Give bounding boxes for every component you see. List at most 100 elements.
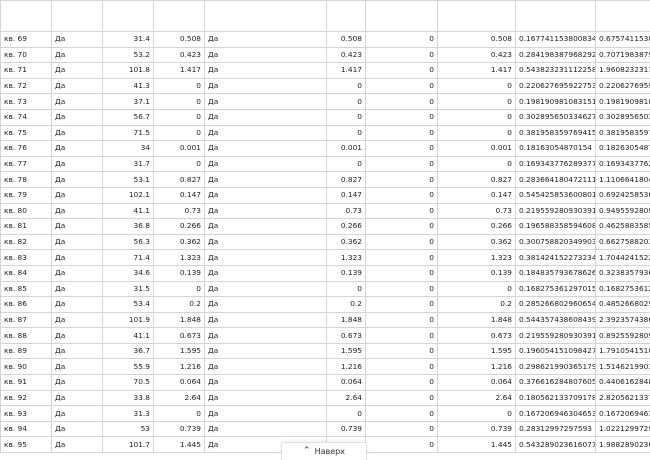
table-cell: 0.949559280930391 [596, 203, 650, 219]
scroll-to-top-button[interactable]: ⌃ Наверх [281, 442, 367, 460]
table-cell: 0.167206946304653 [596, 406, 650, 422]
table-cell: 0.423 [327, 47, 366, 63]
table-cell: Да [52, 312, 103, 328]
table-cell: 102.1 [103, 187, 154, 203]
table-cell: 1.110664180472111 [596, 172, 650, 188]
table-cell: 1.960823231112258 [596, 63, 650, 79]
table-cell: 1.216 [154, 359, 205, 375]
table-cell: кв. 95 [1, 437, 52, 453]
table-cell: кв. 88 [1, 328, 52, 344]
table-cell: Да [52, 328, 103, 344]
table-cell: 0.001 [327, 141, 366, 157]
table-cell: кв. 86 [1, 297, 52, 313]
table-cell: Да [205, 281, 327, 297]
table-cell: 0.219559280930391 [516, 203, 596, 219]
table-cell: кв. 73 [1, 94, 52, 110]
table-cell: 0 [366, 94, 438, 110]
table-row: кв. 94Да530.739Да0.73900.7390.2831299729… [1, 421, 650, 437]
table-cell: 0.485266802960654 [596, 297, 650, 313]
table-cell: 0 [366, 421, 438, 437]
table-cell: 0.18163054870154 [516, 141, 596, 157]
table-cell: 34.6 [103, 265, 154, 281]
table-row: кв. 79Да102.10.147Да0.14700.1470.5454258… [1, 187, 650, 203]
table-cell: кв. 69 [1, 32, 52, 48]
table-cell: 0.381958359769415 [516, 125, 596, 141]
table-cell: 0 [438, 281, 516, 297]
table-cell: 0.300758820349903 [516, 234, 596, 250]
table-cell: Да [205, 47, 327, 63]
table-cell: Да [205, 141, 327, 157]
table-cell: 0.196054151098427 [516, 343, 596, 359]
table-cell: Да [205, 187, 327, 203]
table-cell: кв. 87 [1, 312, 52, 328]
table-cell: 0 [438, 109, 516, 125]
table-row: кв. 82Да56.30.362Да0.36200.3620.30075882… [1, 234, 650, 250]
table-cell: 0.673 [438, 328, 516, 344]
table-cell: 0.28312997297593 [516, 421, 596, 437]
table-cell: 0.220627695922753 [516, 78, 596, 94]
table-cell: 0.169343776289377 [596, 156, 650, 172]
table-cell: Да [205, 203, 327, 219]
table-cell: 0.196588358594608 [516, 219, 596, 235]
table-cell: Да [52, 359, 103, 375]
table-cell: Да [52, 390, 103, 406]
table-cell: 1.791054151098427 [596, 343, 650, 359]
table-cell: Да [205, 63, 327, 79]
table-cell: 36.7 [103, 343, 154, 359]
table-cell: кв. 70 [1, 47, 52, 63]
table-cell: 2.820562133709178 [596, 390, 650, 406]
table-cell: 0 [366, 250, 438, 266]
table-cell: 0 [366, 47, 438, 63]
table-cell: 0.147 [327, 187, 366, 203]
table-cell: 0.827 [327, 172, 366, 188]
table-cell: 41.1 [103, 328, 154, 344]
table-row: кв. 88Да41.10.673Да0.67300.6730.21955928… [1, 328, 650, 344]
table-cell: Да [205, 406, 327, 422]
table-cell: Да [205, 172, 327, 188]
table-cell: 0.675741153800834 [596, 32, 650, 48]
table-cell: 0 [327, 94, 366, 110]
table-cell: 0 [154, 78, 205, 94]
table-cell: 1.417 [154, 63, 205, 79]
table-cell: кв. 79 [1, 187, 52, 203]
table-cell: Да [205, 297, 327, 313]
table-row: кв. 91Да70.50.064Да0.06400.0640.37661628… [1, 375, 650, 391]
table-cell: кв. 90 [1, 359, 52, 375]
table-cell: 0 [438, 406, 516, 422]
table-cell: 101.7 [103, 437, 154, 453]
table-cell: 1.704424152273234 [596, 250, 650, 266]
table-cell: 1.417 [327, 63, 366, 79]
table-cell: 55.9 [103, 359, 154, 375]
table-cell: Да [205, 32, 327, 48]
table-cell: 0.544357438608439 [516, 312, 596, 328]
table-cell: 71.4 [103, 250, 154, 266]
table-cell: Да [205, 250, 327, 266]
table-cell: 0 [366, 343, 438, 359]
table-cell: кв. 85 [1, 281, 52, 297]
table-cell: 0 [366, 187, 438, 203]
table-cell: 31.3 [103, 406, 154, 422]
table-cell: 0.284198387968292 [516, 47, 596, 63]
table-cell: 0 [366, 219, 438, 235]
table-cell: 0.184835793678626 [516, 265, 596, 281]
table-cell: 0 [366, 78, 438, 94]
table-cell: Да [52, 47, 103, 63]
table-cell: 0.73 [154, 203, 205, 219]
table-cell: 0.508 [438, 32, 516, 48]
table-cell: 0 [154, 125, 205, 141]
table-cell: 0 [438, 125, 516, 141]
table-cell: 0.892559280930391 [596, 328, 650, 344]
table-cell: 0.198190981083151 [516, 94, 596, 110]
table-cell: 0.2 [327, 297, 366, 313]
table-cell: Да [52, 32, 103, 48]
table-cell: 1.323 [154, 250, 205, 266]
table-cell: 0 [366, 109, 438, 125]
table-cell: Да [52, 63, 103, 79]
table-cell: кв. 84 [1, 265, 52, 281]
table-cell: Да [52, 125, 103, 141]
table-cell: 0.2 [438, 297, 516, 313]
table-cell: 1.216 [327, 359, 366, 375]
table-cell: 0.508 [327, 32, 366, 48]
table-cell: 1.595 [438, 343, 516, 359]
table-cell: 0 [366, 390, 438, 406]
